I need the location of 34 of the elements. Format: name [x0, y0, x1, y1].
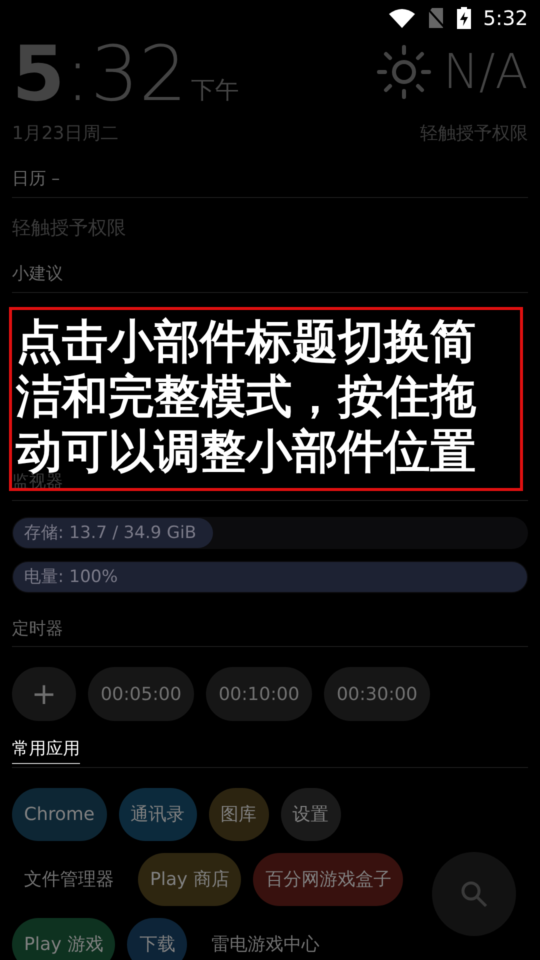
weather-permission-hint[interactable]: 轻触授予权限: [420, 120, 528, 147]
add-timer-button[interactable]: +: [12, 667, 76, 721]
app-chip[interactable]: 下载: [127, 918, 188, 960]
clock-minutes: :32: [64, 36, 188, 112]
timer-preset-button[interactable]: 00:05:00: [88, 667, 194, 721]
app-chip[interactable]: Play 游戏: [12, 918, 116, 960]
wifi-icon: [389, 8, 416, 28]
app-chip[interactable]: 百分网游戏盒子: [253, 852, 404, 906]
app-link[interactable]: 文件管理器: [12, 852, 126, 906]
section-title[interactable]: 常用应用: [12, 739, 80, 764]
app-chip[interactable]: 通讯录: [118, 788, 197, 840]
battery-charging-icon: [457, 7, 472, 29]
app-link[interactable]: 雷电游戏中心: [199, 918, 332, 960]
weather-temperature[interactable]: N/A: [443, 36, 528, 108]
section-title[interactable]: 日历 –: [12, 169, 60, 189]
timer-preset-button[interactable]: 00:10:00: [206, 667, 312, 721]
search-icon: [460, 880, 488, 908]
no-sim-icon: [427, 8, 446, 28]
clock-hour: 5: [12, 36, 65, 112]
sun-icon: [377, 45, 432, 99]
status-time: 5:32: [483, 5, 528, 32]
section-title[interactable]: 小建议: [12, 264, 63, 284]
app-chip[interactable]: Chrome: [12, 788, 107, 840]
timer-preset-button[interactable]: 00:30:00: [324, 667, 430, 721]
app-chip[interactable]: 设置: [280, 788, 341, 840]
clock-period: 下午: [191, 75, 240, 106]
app-chip[interactable]: Play 商店: [138, 852, 242, 906]
clock[interactable]: 5:32 下午: [12, 36, 240, 112]
date: 1月23日周二: [12, 122, 118, 146]
app-chip[interactable]: 图库: [208, 788, 269, 840]
meter-label: 电量: 100%: [23, 566, 118, 588]
section-title[interactable]: 定时器: [12, 618, 63, 638]
meter-label: 存储: 13.7 / 34.9 GiB: [23, 522, 196, 544]
calendar-permission-hint[interactable]: 轻触授予权限: [12, 214, 528, 242]
